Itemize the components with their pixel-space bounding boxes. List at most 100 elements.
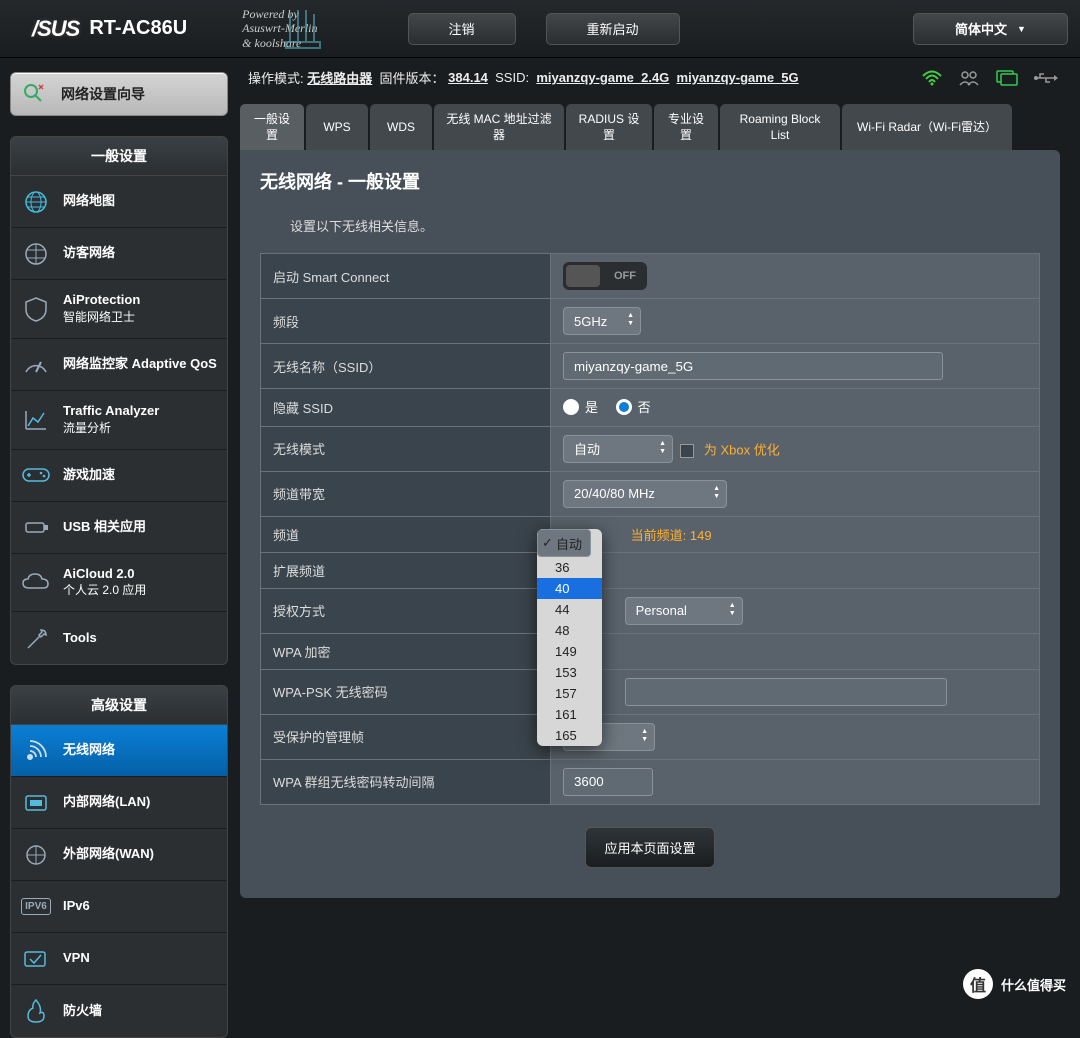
model-name: RT-AC86U [89, 17, 187, 40]
channel-option[interactable]: 161 [537, 704, 602, 725]
psk-input[interactable] [625, 678, 947, 706]
fw-link[interactable]: 384.14 [448, 70, 488, 85]
sidebar-item-aiprotection[interactable]: AiProtection智能网络卫士 [11, 280, 227, 339]
smart-connect-label: 启动 Smart Connect [261, 254, 551, 299]
wpa-enc-label: WPA 加密 [261, 633, 551, 669]
sidebar-item-aicloud[interactable]: AiCloud 2.0个人云 2.0 应用 [11, 554, 227, 613]
chart-icon [21, 407, 51, 433]
xbox-hint: 为 Xbox 优化 [704, 442, 780, 457]
wizard-icon [21, 81, 51, 107]
bw-select[interactable]: 20/40/80 MHz▲▼ [563, 480, 727, 508]
tab-radius[interactable]: RADIUS 设置 [566, 104, 652, 151]
sidebar-item-vpn[interactable]: VPN [11, 933, 227, 985]
wrench-icon [21, 625, 51, 651]
watermark-badge: 值 [963, 969, 993, 999]
page-desc: 设置以下无线相关信息。 [290, 216, 1040, 235]
channel-option[interactable]: 36 [537, 557, 602, 578]
channel-option[interactable]: 165 [537, 725, 602, 746]
mode-select[interactable]: 自动▲▼ [563, 435, 673, 463]
shield-icon [21, 296, 51, 322]
wizard-button[interactable]: 网络设置向导 [10, 72, 228, 116]
sidebar-item-guest[interactable]: 访客网络 [11, 228, 227, 280]
channel-option[interactable]: 149 [537, 641, 602, 662]
content-panel: 无线网络 - 一般设置 设置以下无线相关信息。 启动 Smart Connect… [240, 150, 1060, 898]
psk-label: WPA-PSK 无线密码 [261, 669, 551, 714]
tab-radar[interactable]: Wi-Fi Radar（Wi-Fi雷达） [842, 104, 1012, 151]
sidebar-item-firewall[interactable]: 防火墙 [11, 985, 227, 1037]
gamepad-icon [21, 462, 51, 488]
ssid24-link[interactable]: miyanzqy-game_2.4G [536, 70, 669, 85]
band-label: 频段 [261, 299, 551, 344]
users-icon[interactable] [958, 70, 980, 86]
tab-mac-filter[interactable]: 无线 MAC 地址过滤器 [434, 104, 564, 151]
tab-pro[interactable]: 专业设置 [654, 104, 718, 151]
usb-app-icon [21, 514, 51, 540]
hide-ssid-yes[interactable]: 是 [563, 397, 598, 416]
sidebar-item-qos[interactable]: 网络监控家 Adaptive QoS [11, 339, 227, 391]
apply-button[interactable]: 应用本页面设置 [585, 827, 714, 868]
guest-icon [21, 241, 51, 267]
language-select[interactable]: 简体中文 ▼ [913, 13, 1068, 45]
channel-option[interactable]: 48 [537, 620, 602, 641]
vpn-icon [21, 946, 51, 972]
fire-icon [21, 998, 51, 1024]
pmf-label: 受保护的管理帧 [261, 714, 551, 759]
settings-table: 启动 Smart Connect OFF 频段 5GHz▲▼ 无线名称（SSID… [260, 253, 1040, 805]
channel-dropdown[interactable]: 自动36404448149153157161165 [537, 529, 602, 746]
channel-label: 频道 [261, 516, 551, 552]
asus-logo: /SUS [32, 16, 79, 42]
ssid-input[interactable] [563, 352, 943, 380]
gauge-icon [21, 351, 51, 377]
channel-option[interactable]: 44 [537, 599, 602, 620]
tab-wds[interactable]: WDS [370, 104, 432, 151]
channel-option[interactable]: 自动 [537, 529, 591, 557]
reboot-button[interactable]: 重新启动 [546, 13, 680, 45]
tab-roaming[interactable]: Roaming Block List [720, 104, 840, 151]
router-icon [280, 8, 326, 50]
logout-button[interactable]: 注销 [408, 13, 516, 45]
menu-advanced: 高级设置 无线网络 内部网络(LAN) 外部网络(WAN) IPV6 IPv6 … [10, 685, 228, 1038]
tab-wps[interactable]: WPS [306, 104, 368, 151]
globe-icon [21, 189, 51, 215]
sidebar-item-network-map[interactable]: 网络地图 [11, 176, 227, 228]
sidebar-item-wireless[interactable]: 无线网络 [11, 725, 227, 777]
xbox-checkbox[interactable] [680, 444, 694, 458]
menu-advanced-title: 高级设置 [11, 686, 227, 725]
channel-option[interactable]: 40 [537, 578, 602, 599]
smart-connect-toggle[interactable]: OFF [563, 262, 647, 290]
sidebar-item-tools[interactable]: Tools [11, 612, 227, 664]
channel-option[interactable]: 153 [537, 662, 602, 683]
ssid5-link[interactable]: miyanzqy-game_5G [677, 70, 799, 85]
channel-current: 当前频道: 149 [631, 528, 712, 543]
page-title: 无线网络 - 一般设置 [260, 168, 1040, 194]
menu-general: 一般设置 网络地图 访客网络 AiProtection智能网络卫士 网络监控家 … [10, 136, 228, 665]
bw-label: 频道带宽 [261, 471, 551, 516]
ssid-label: 无线名称（SSID） [261, 344, 551, 389]
watermark: 值 什么值得买 [963, 969, 1066, 999]
top-header: /SUS RT-AC86U Powered by Asuswrt-Merlin … [0, 0, 1080, 58]
tab-general[interactable]: 一般设置 [240, 104, 304, 151]
op-mode-link[interactable]: 无线路由器 [307, 68, 372, 87]
sidebar-item-lan[interactable]: 内部网络(LAN) [11, 777, 227, 829]
auth-select[interactable]: Personal▲▼ [625, 597, 743, 625]
sidebar-item-usb[interactable]: USB 相关应用 [11, 502, 227, 554]
cloud-icon [21, 569, 51, 595]
display-icon[interactable] [996, 70, 1018, 86]
ext-channel-label: 扩展频道 [261, 552, 551, 588]
sidebar-item-wan[interactable]: 外部网络(WAN) [11, 829, 227, 881]
wireless-icon [21, 738, 51, 764]
hide-ssid-no[interactable]: 否 [616, 397, 651, 416]
usb-icon[interactable] [1034, 71, 1058, 85]
channel-option[interactable]: 157 [537, 683, 602, 704]
wan-icon [21, 842, 51, 868]
hide-ssid-label: 隐藏 SSID [261, 389, 551, 427]
sidebar-item-ipv6[interactable]: IPV6 IPv6 [11, 881, 227, 933]
sidebar-item-game[interactable]: 游戏加速 [11, 450, 227, 502]
rekey-input[interactable] [563, 768, 653, 796]
sidebar-item-traffic[interactable]: Traffic Analyzer流量分析 [11, 391, 227, 450]
band-select[interactable]: 5GHz▲▼ [563, 307, 641, 335]
rekey-label: WPA 群组无线密码转动间隔 [261, 759, 551, 804]
mode-label: 无线模式 [261, 426, 551, 471]
wifi-icon[interactable] [922, 70, 942, 86]
lan-icon [21, 790, 51, 816]
